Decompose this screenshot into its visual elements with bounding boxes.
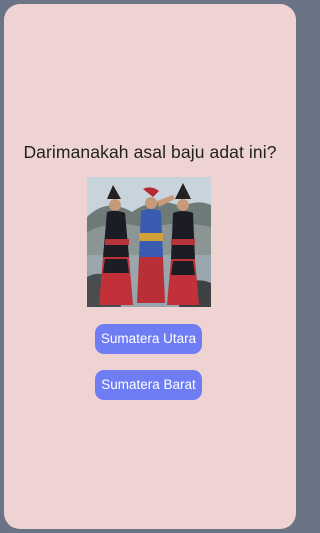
answer-button-sumatera-barat[interactable]: Sumatera Barat	[95, 370, 202, 400]
answer-button-sumatera-utara[interactable]: Sumatera Utara	[95, 324, 202, 354]
quiz-card: Darimanakah asal baju adat ini? Sumatera…	[4, 4, 296, 529]
costume-photo	[87, 177, 211, 307]
question-text: Darimanakah asal baju adat ini?	[23, 142, 277, 162]
